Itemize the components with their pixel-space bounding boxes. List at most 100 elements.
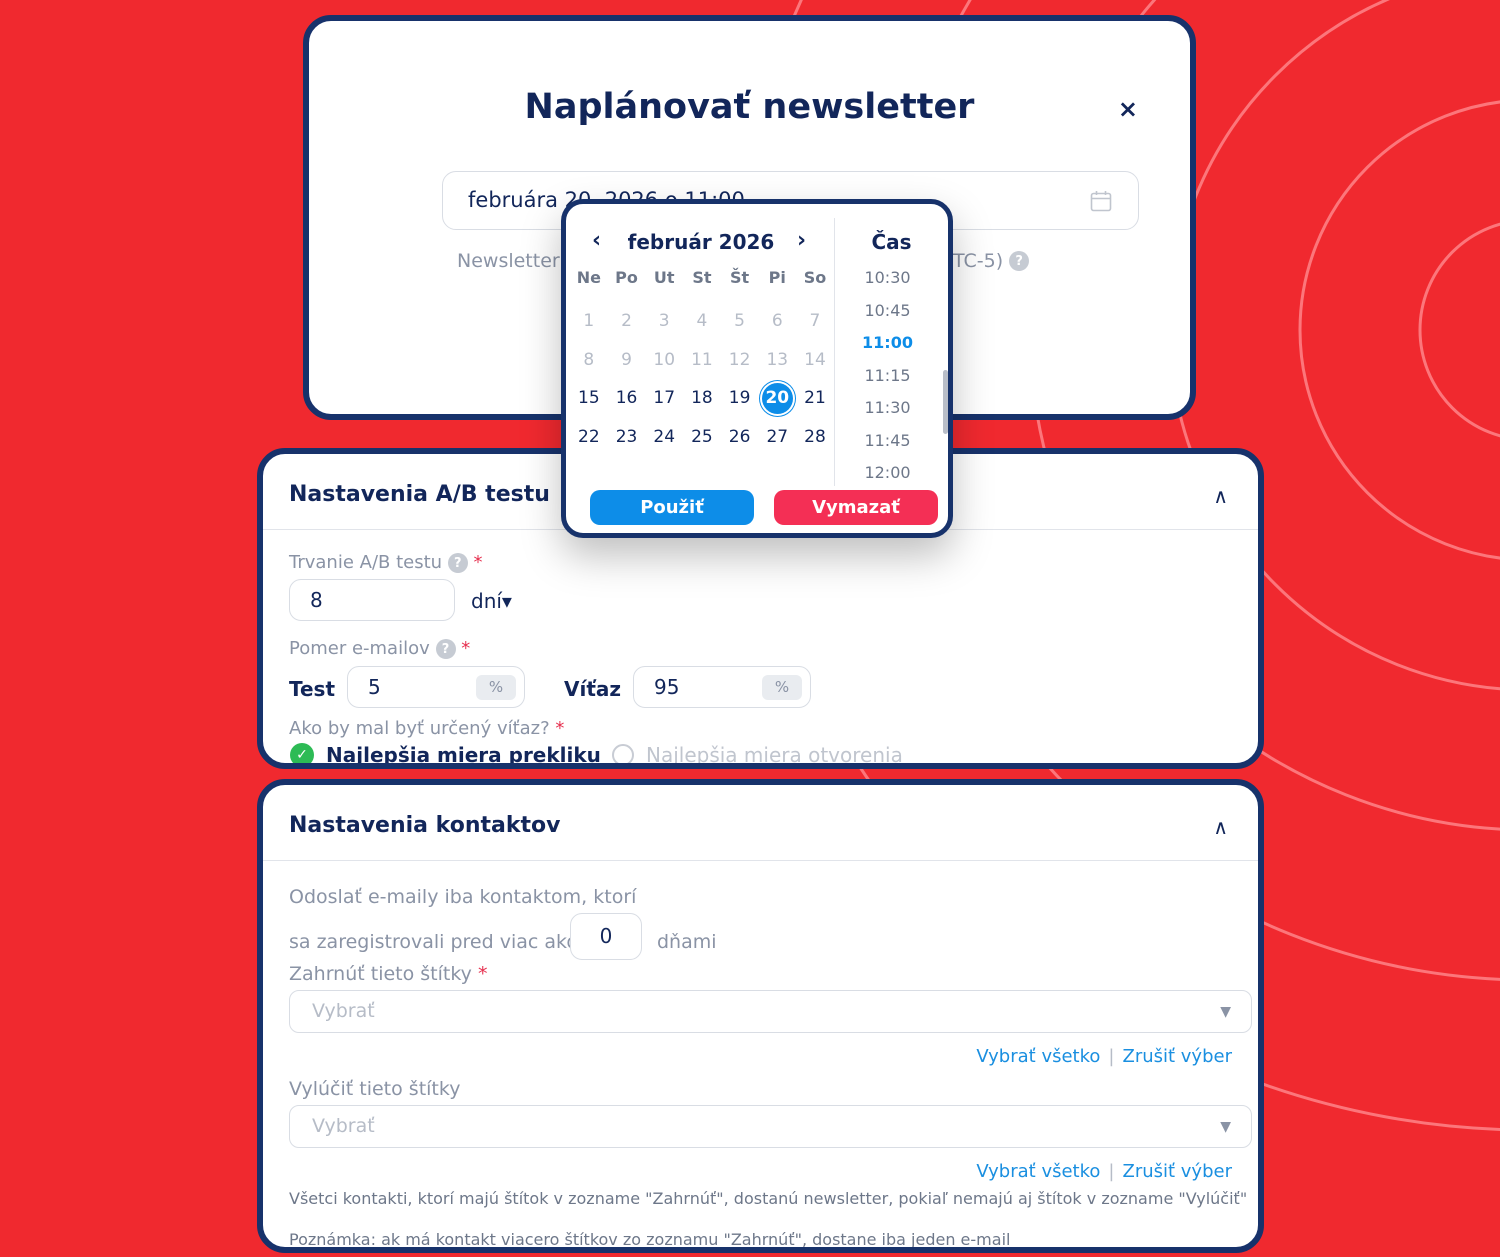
calendar-icon[interactable] [1090,190,1112,212]
weekday-label: St [692,268,712,287]
weekday-label: Po [615,268,638,287]
exclude-tags-actions: Vybrať všetko | Zrušiť výber [976,1161,1232,1182]
calendar-day-number: 5 [734,311,745,332]
time-option[interactable]: 11:30 [835,398,940,417]
time-option[interactable]: 12:00 [835,463,940,482]
time-list: Čas 10:30 10:45 11:00 11:15 11:30 11:45 12:00 [834,218,948,486]
send-only-text-line2: sa zaregistrovali pred viac ako [289,931,578,953]
calendar-day[interactable]: 28 [796,418,834,457]
tags-rule-note: Všetci kontakti, ktorí majú štítok v zoz… [289,1189,1248,1208]
calendar-day-number: 10 [653,349,676,370]
collapse-icon[interactable]: ∧ [1213,484,1228,508]
calendar-day[interactable]: 24 [645,418,683,457]
calendar-day[interactable]: 25 [683,418,721,457]
timezone-label: TC-5) [953,250,1004,272]
test-percent-value: 5 [368,675,381,699]
select-all-link[interactable]: Vybrať všetko [976,1046,1100,1067]
calendar-day[interactable]: 19 [721,379,759,418]
calendar-day-number: 26 [728,426,751,447]
send-only-text-line1: Odoslať e-maily iba kontaktom, ktorí [289,886,637,908]
close-icon[interactable]: × [1118,95,1138,123]
duration-value: 8 [310,588,323,612]
calendar-day-number: 6 [771,311,783,332]
registered-days-input[interactable]: 0 [570,913,642,960]
weekday-label: Ut [653,268,675,287]
timezone-text-start: Newsletter [457,250,560,272]
dropdown-arrow-icon: ▼ [1220,1119,1231,1135]
calendar-day-number: 28 [804,426,826,447]
calendar-day-number: 24 [653,426,676,447]
test-percent-input[interactable]: 5 % [347,666,525,708]
calendar-day: 11 [683,341,721,380]
weekday-label: Pi [768,268,786,287]
include-tags-label: Zahrnúť tieto štítky * [289,963,487,985]
winner-label: Víťaz [564,677,622,701]
time-scrollbar[interactable] [943,370,948,434]
chevron-right-icon[interactable]: › [797,228,806,253]
radio-checked-click-rate[interactable]: ✓ [290,743,314,763]
duration-input[interactable]: 8 [289,579,455,621]
duration-label: Trvanie A/B testu ? * [289,552,483,573]
clear-selection-link[interactable]: Zrušiť výber [1122,1161,1232,1182]
time-option[interactable]: 10:30 [835,268,940,287]
required-mark: * [555,718,565,739]
required-mark: * [477,963,488,985]
contacts-settings-card: Nastavenia kontaktov ∧ Odoslať e-maily i… [257,779,1264,1253]
calendar-day: 8 [570,341,608,380]
time-option-selected[interactable]: 11:00 [835,333,940,352]
include-tags-label-text: Zahrnúť tieto štítky [289,963,472,985]
calendar-day[interactable]: 17 [645,379,683,418]
option-click-rate[interactable]: Najlepšia miera prekliku [326,743,601,763]
time-option[interactable]: 11:45 [835,431,940,450]
exclude-tags-placeholder: Vybrať [312,1115,375,1137]
calendar-day-number: 3 [658,311,670,332]
winner-question-text: Ako by mal byť určený víťaz? [289,718,550,739]
date-time-picker: ‹ február 2026 › Ne Po Ut St Št Pi So 12345678… [561,199,953,538]
help-icon[interactable]: ? [435,639,456,659]
calendar-day-number: 9 [621,349,632,370]
registered-days-value: 0 [599,924,613,948]
include-tags-select[interactable]: Vybrať ▼ [289,990,1252,1033]
select-all-link[interactable]: Vybrať všetko [976,1161,1100,1182]
option-open-rate[interactable]: Najlepšia miera otvorenia [646,743,903,763]
time-option[interactable]: 10:45 [835,301,940,320]
winner-percent-input[interactable]: 95 % [633,666,811,708]
time-option[interactable]: 11:15 [835,366,940,385]
help-icon[interactable]: ? [1009,251,1030,271]
calendar-day-number: 18 [691,388,713,409]
calendar-day[interactable]: 27 [758,418,796,457]
exclude-tags-select[interactable]: Vybrať ▼ [289,1105,1252,1148]
calendar-day-number: 21 [804,388,826,409]
duration-label-text: Trvanie A/B testu [289,552,443,573]
clear-selection-link[interactable]: Zrušiť výber [1122,1046,1232,1067]
calendar-day: 1 [570,302,608,341]
clear-button[interactable]: Vymazať [774,490,938,525]
calendar-day[interactable]: 21 [796,379,834,418]
calendar-day[interactable]: 15 [570,379,608,418]
test-label: Test [289,677,336,701]
chevron-left-icon[interactable]: ‹ [592,228,601,253]
ab-card-title: Nastavenia A/B testu [289,482,550,507]
calendar-day-number: 20 [761,382,793,414]
required-mark: * [461,638,471,659]
duration-unit-select[interactable]: dní▾ [471,589,512,613]
calendar-day[interactable]: 22 [570,418,608,457]
days-suffix: dňami [657,931,717,953]
calendar-day[interactable]: 16 [608,379,646,418]
link-separator: | [1108,1161,1115,1182]
contacts-card-header[interactable]: Nastavenia kontaktov ∧ [263,785,1258,861]
calendar-day[interactable]: 26 [721,418,759,457]
help-icon[interactable]: ? [447,553,468,573]
winner-percent-value: 95 [654,675,680,699]
calendar-day-selected[interactable]: 20 [758,379,796,418]
radio-open-rate[interactable] [612,744,634,763]
weekday-label: Ne [576,268,601,287]
calendar-day: 10 [645,341,683,380]
calendar-day[interactable]: 23 [608,418,646,457]
apply-button[interactable]: Použiť [590,490,754,525]
calendar-day: 6 [758,302,796,341]
weekday-header: Ne Po Ut St Št Pi So [570,268,834,287]
calendar-day: 5 [721,302,759,341]
calendar-day[interactable]: 18 [683,379,721,418]
collapse-icon[interactable]: ∧ [1213,815,1228,839]
